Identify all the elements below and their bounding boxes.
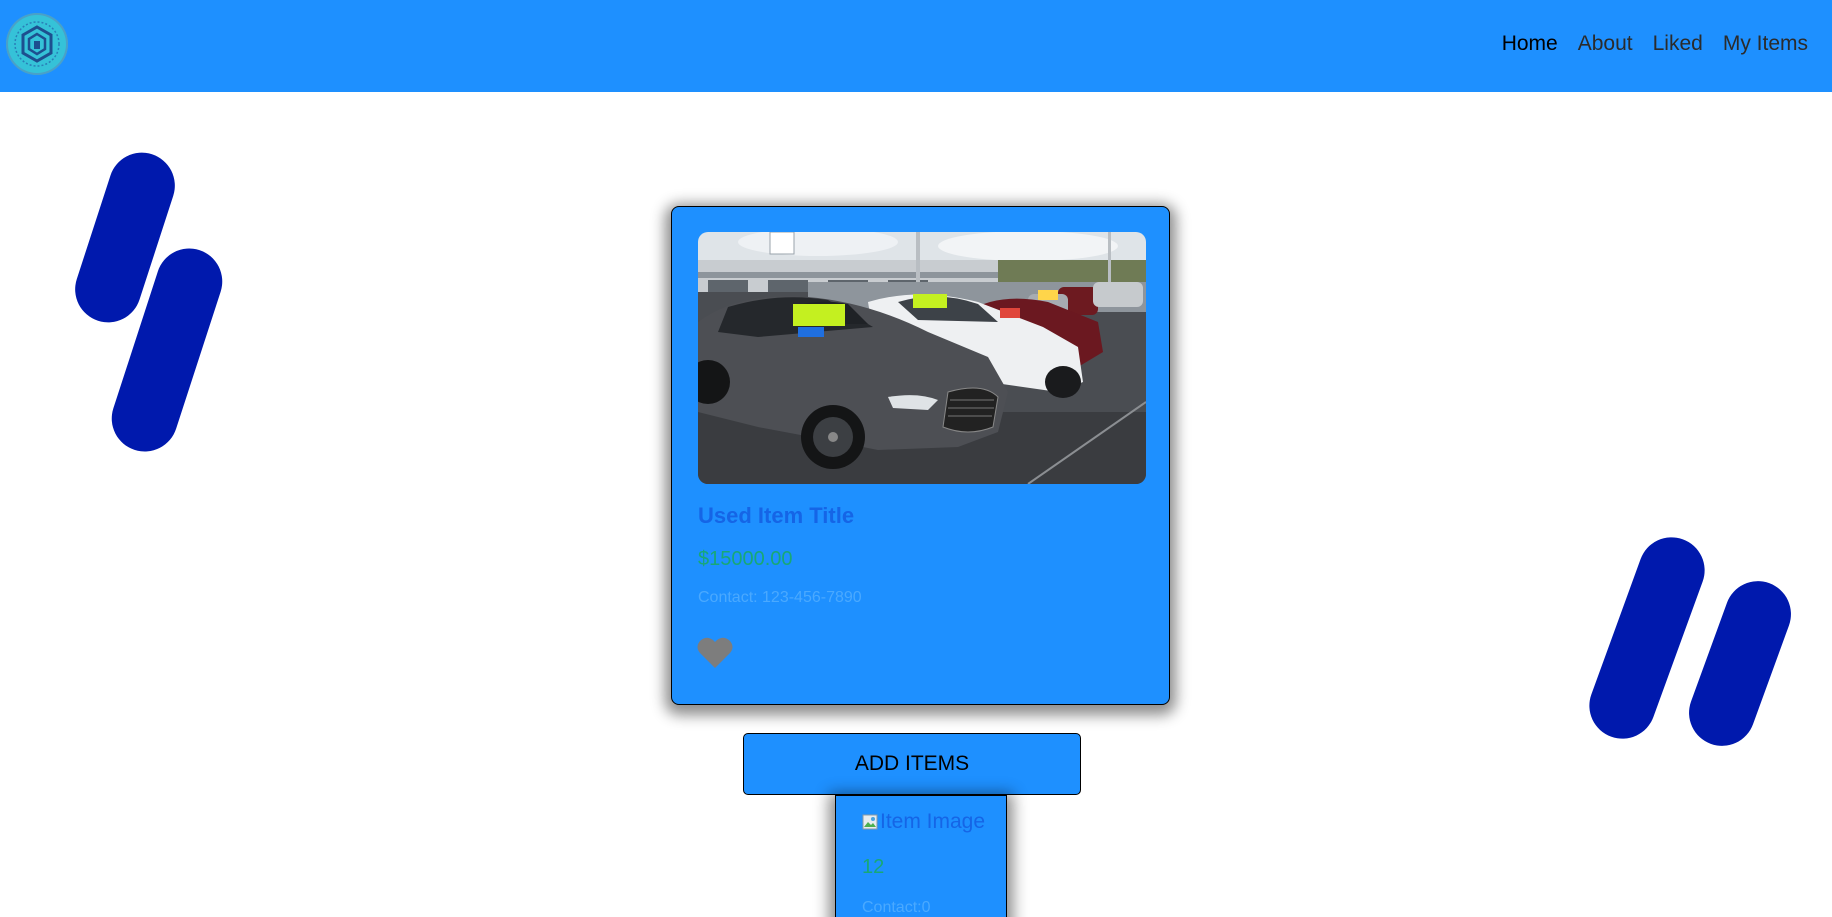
nav-about[interactable]: About — [1578, 30, 1633, 58]
item-contact: Contact: 123-456-7890 — [698, 589, 862, 606]
broken-image-icon — [862, 812, 878, 830]
nav-liked[interactable]: Liked — [1653, 30, 1703, 58]
navbar: Home About Liked My Items — [0, 0, 1832, 92]
item-image-alt: Item Image — [880, 810, 986, 833]
item-title: Used Item Title — [698, 503, 855, 528]
page: Home About Liked My Items Used Item Titl… — [0, 0, 1832, 917]
heart-icon[interactable] — [696, 635, 734, 671]
item-card-2[interactable]: Item Image 12 Contact:0 — [835, 795, 1007, 917]
nav-links: Home About Liked My Items — [1502, 30, 1808, 58]
car-lot-photo — [698, 232, 1146, 484]
nav-home[interactable]: Home — [1502, 30, 1558, 58]
nav-my-items[interactable]: My Items — [1723, 30, 1808, 58]
item-contact-2: Contact:0 — [862, 899, 931, 916]
item-price: $15000.00 — [698, 548, 793, 570]
item-price-2: 12 — [862, 856, 885, 878]
item-image-broken: Item Image — [862, 810, 985, 834]
item-card[interactable]: Used Item Title $15000.00 Contact: 123-4… — [671, 206, 1170, 705]
decor-stripe-right-2 — [1679, 571, 1801, 756]
add-items-button[interactable]: ADD ITEMS — [743, 733, 1081, 795]
brand-logo-icon[interactable] — [6, 13, 68, 75]
